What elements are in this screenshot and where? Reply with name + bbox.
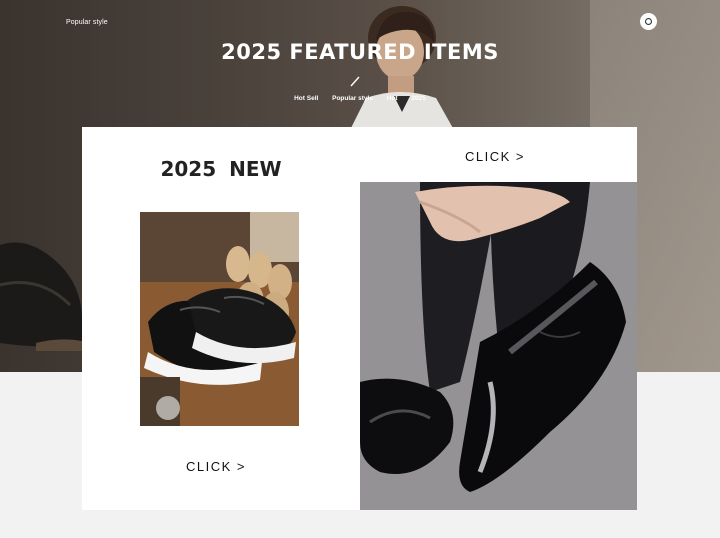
nav-link-popular-style[interactable]: Popular style xyxy=(66,19,108,26)
tag-popular-style[interactable]: Popular style xyxy=(332,95,373,102)
hero-shoe-image xyxy=(0,242,82,351)
featured-click-panel: CLICK > xyxy=(360,127,637,182)
patent-shoe-product-image[interactable] xyxy=(360,182,637,510)
tag-2025[interactable]: 2025 xyxy=(411,95,425,102)
search-button[interactable] xyxy=(640,13,657,30)
loafer-product-image[interactable] xyxy=(140,212,299,426)
hero-model-image xyxy=(350,6,454,130)
tag-hot[interactable]: Hot xyxy=(387,95,398,102)
new-collection-card: 2025 NEW CLICK > xyxy=(82,127,360,510)
hero-tag-list: Hot Sell Popular style Hot 2025 xyxy=(0,95,720,102)
featured-click-link[interactable]: CLICK > xyxy=(360,149,630,164)
card-title: 2025 NEW xyxy=(160,157,282,181)
divider-slash-icon xyxy=(350,76,360,87)
search-icon xyxy=(644,17,653,26)
new-collection-click-link[interactable]: CLICK > xyxy=(82,459,350,474)
tag-hot-sell[interactable]: Hot Sell xyxy=(294,95,318,102)
hero-title: 2025 FEATURED ITEMS xyxy=(221,40,499,64)
